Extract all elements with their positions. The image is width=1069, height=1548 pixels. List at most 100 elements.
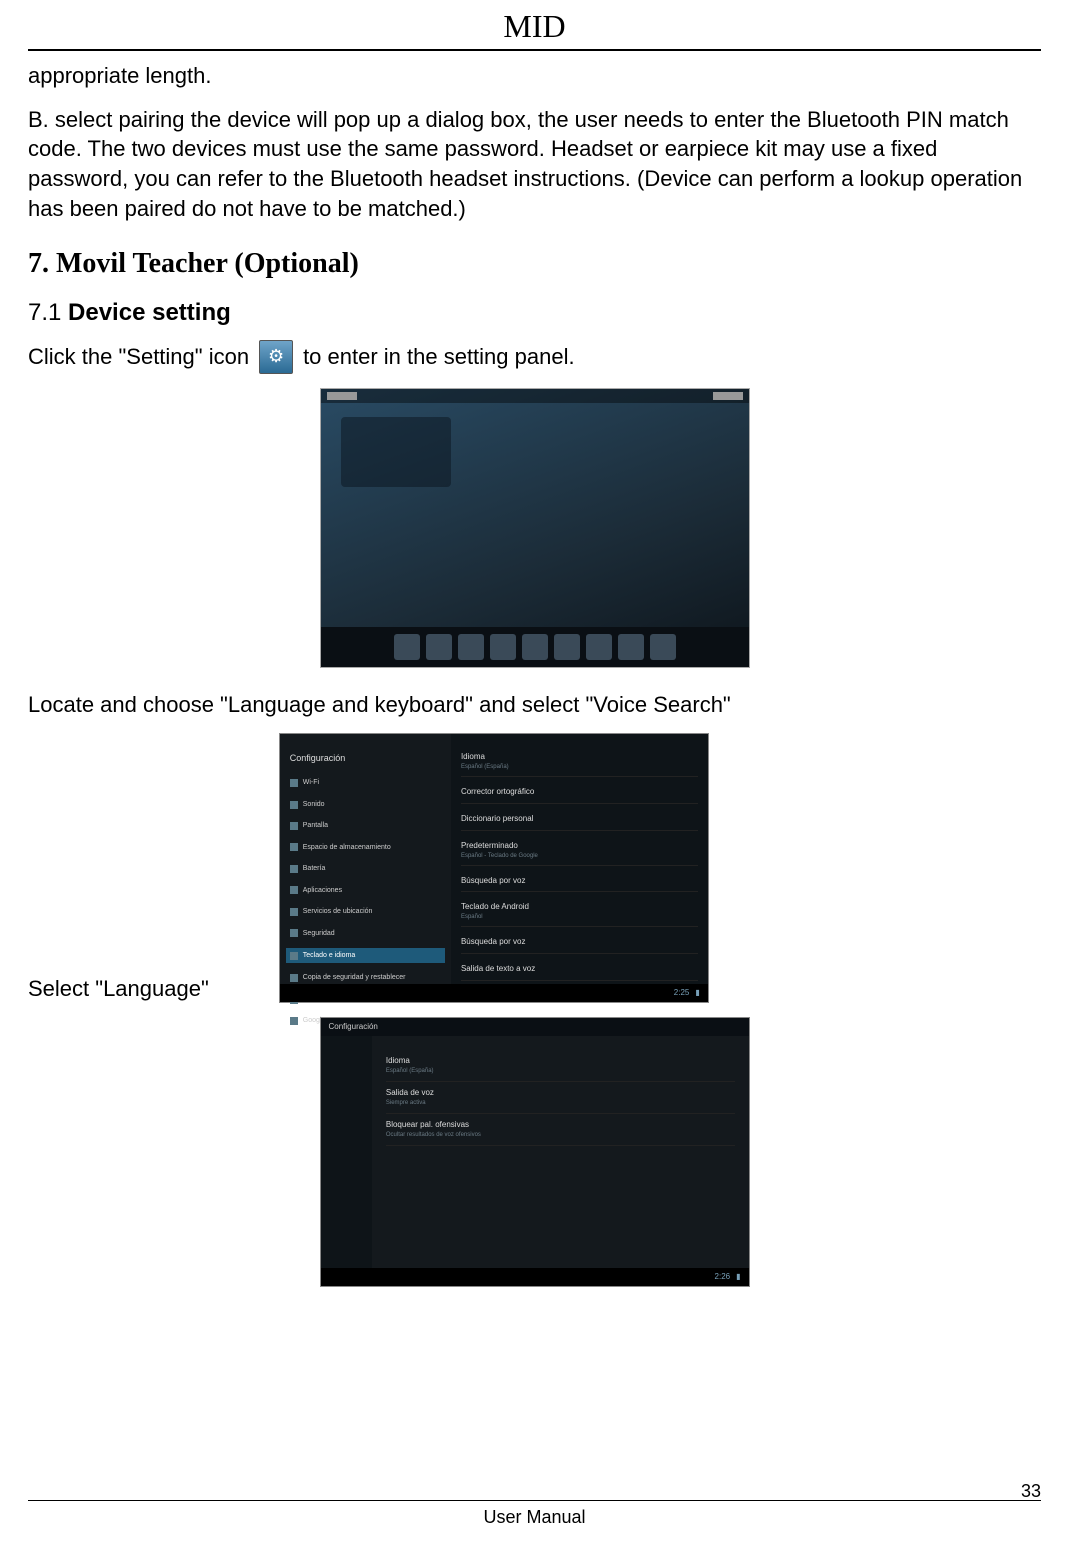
settings-left-item: Servicios de ubicación — [290, 905, 441, 918]
heading-number: 7.1 — [28, 299, 68, 326]
settings-left-item: Seguridad — [290, 927, 441, 940]
page-number: 33 — [1021, 1481, 1041, 1502]
voice-search-left-gutter — [321, 1036, 372, 1286]
heading-text: Device setting — [68, 299, 231, 326]
footer-label: User Manual — [483, 1507, 585, 1528]
settings-right-item: Teclado de AndroidEspañol — [461, 902, 698, 927]
screenshot-voice-search: Configuración IdiomaEspañol (España)Sali… — [320, 1017, 750, 1287]
settings-right-item: IdiomaEspañol (España) — [461, 752, 698, 777]
settings-right-item: Corrector ortográfico — [461, 787, 698, 804]
settings-item-icon — [290, 801, 298, 809]
settings-left-item: Copia de seguridad y restablecer — [290, 971, 441, 984]
settings-right-item: Diccionario personal — [461, 814, 698, 831]
screenshot-language-settings: Configuración Wi-Fi Sonido Pantalla Espacio… — [279, 733, 709, 1003]
heading-7: 7. Movil Teacher (Optional) — [28, 245, 1041, 283]
footer-rule — [28, 1500, 1041, 1501]
settings-item-icon — [290, 1017, 298, 1025]
screenshot-home-widget — [341, 417, 451, 487]
heading-7-1: 7.1 Device setting — [28, 297, 1041, 329]
status-time: 2:26 — [715, 1272, 731, 1283]
header-rule — [28, 49, 1041, 51]
settings-item-label: Aplicaciones — [303, 886, 342, 895]
screenshot-1-block — [28, 388, 1041, 668]
settings-right-item: PredeterminadoEspañol - Teclado de Googl… — [461, 841, 698, 866]
taskbar-icon — [522, 634, 548, 660]
paragraph-continuation: appropriate length. — [28, 61, 1041, 91]
taskbar-icon — [554, 634, 580, 660]
voice-search-item-sub: Siempre activa — [386, 1099, 735, 1107]
settings-item-icon — [290, 886, 298, 894]
taskbar-icon — [618, 634, 644, 660]
settings-item-label: Seguridad — [303, 929, 335, 938]
voice-search-item: Salida de vozSiempre activa — [386, 1082, 735, 1114]
status-battery-icon: ▮ — [736, 1272, 740, 1283]
click-setting-row: Click the "Setting" icon ⚙ to enter in t… — [28, 340, 1041, 374]
settings-icon: ⚙ — [259, 340, 293, 374]
settings-icon-glyph: ⚙ — [268, 344, 284, 368]
settings-right-item: Búsqueda por voz — [461, 876, 698, 893]
voice-search-item: Bloquear pal. ofensivasOcultar resultado… — [386, 1114, 735, 1146]
click-pre-text: Click the "Setting" icon — [28, 342, 249, 372]
settings-left-item: Espacio de almacenamiento — [290, 841, 441, 854]
settings-item-label: Pantalla — [303, 821, 328, 830]
page-header-title: MID — [28, 0, 1041, 49]
settings-item-icon — [290, 952, 298, 960]
settings-item-icon — [290, 865, 298, 873]
paragraph-locate: Locate and choose "Language and keyboard… — [28, 690, 1041, 720]
settings-item-label: Sonido — [303, 800, 325, 809]
settings-left-item: Teclado e idioma — [286, 948, 445, 963]
settings-item-label: Espacio de almacenamiento — [303, 843, 391, 852]
settings-right-item-sub: Español — [461, 913, 698, 921]
taskbar-icon — [458, 634, 484, 660]
settings-bottom-bar: 2:25 ▮ — [280, 984, 708, 1002]
screenshot-home-taskbar — [321, 627, 749, 667]
taskbar-icon — [650, 634, 676, 660]
settings-right-item-sub: Español (España) — [461, 763, 698, 771]
settings-item-label: Batería — [303, 864, 326, 873]
footer-row: User Manual 33 — [28, 1507, 1041, 1528]
settings-item-icon — [290, 843, 298, 851]
paragraph-b: B. select pairing the device will pop up… — [28, 105, 1041, 224]
voice-search-right-panel: IdiomaEspañol (España)Salida de vozSiemp… — [372, 1036, 749, 1286]
settings-right-panel: IdiomaEspañol (España) Corrector ortográf… — [451, 734, 708, 1002]
voice-search-item: IdiomaEspañol (España) — [386, 1050, 735, 1082]
settings-left-item: Batería — [290, 862, 441, 875]
settings-left-item: Sonido — [290, 798, 441, 811]
settings-item-label: Teclado e idioma — [303, 951, 356, 960]
voice-search-topbar: Configuración — [321, 1018, 749, 1036]
screenshot-home-topbar — [321, 389, 749, 403]
settings-item-label: Servicios de ubicación — [303, 907, 373, 916]
settings-right-item: Salida de texto a voz — [461, 964, 698, 981]
taskbar-icon — [394, 634, 420, 660]
voice-search-item-sub: Español (España) — [386, 1067, 735, 1075]
topbar-left-placeholder — [327, 392, 357, 400]
settings-item-icon — [290, 908, 298, 916]
settings-left-header: Configuración — [290, 752, 441, 768]
click-post-text: to enter in the setting panel. — [303, 342, 575, 372]
settings-right-item: Búsqueda por voz — [461, 937, 698, 954]
settings-left-panel: Configuración Wi-Fi Sonido Pantalla Espacio… — [280, 734, 451, 1002]
settings-item-label: Copia de seguridad y restablecer — [303, 973, 406, 982]
status-time: 2:25 — [674, 988, 690, 999]
screenshot-3-block: Configuración IdiomaEspañol (España)Sali… — [28, 1017, 1041, 1287]
select-language-label: Select "Language" — [28, 974, 209, 1004]
document-body: appropriate length. B. select pairing th… — [28, 61, 1041, 1287]
settings-item-icon — [290, 822, 298, 830]
taskbar-icon — [586, 634, 612, 660]
settings-right-item-sub: Español - Teclado de Google — [461, 852, 698, 860]
settings-left-item: Wi-Fi — [290, 776, 441, 789]
status-battery-icon: ▮ — [695, 988, 699, 999]
settings-left-item: Pantalla — [290, 819, 441, 832]
settings-item-icon — [290, 929, 298, 937]
settings-item-label: Wi-Fi — [303, 778, 319, 787]
voice-search-item-sub: Ocultar resultados de voz ofensivos — [386, 1131, 735, 1139]
topbar-right-placeholder — [713, 392, 743, 400]
voice-search-body: IdiomaEspañol (España)Salida de vozSiemp… — [321, 1036, 749, 1286]
settings-item-icon — [290, 779, 298, 787]
screenshot-home — [320, 388, 750, 668]
settings-item-icon — [290, 974, 298, 982]
voice-search-bottom-bar: 2:26 ▮ — [321, 1268, 749, 1286]
taskbar-icon — [426, 634, 452, 660]
page-footer: User Manual 33 — [28, 1500, 1041, 1528]
voice-search-top-label: Configuración — [329, 1022, 378, 1033]
